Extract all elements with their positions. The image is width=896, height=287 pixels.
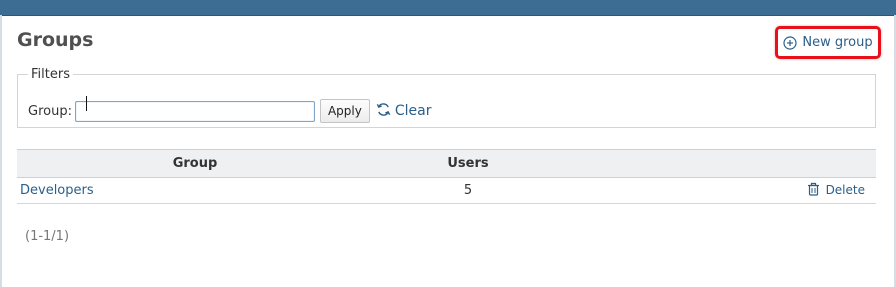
group-name-link[interactable]: Developers [17, 183, 94, 198]
group-filter-label: Group: [28, 103, 72, 119]
pagination-info: (1-1/1) [25, 229, 70, 244]
filter-row: Group: Apply Clear [28, 99, 431, 123]
column-header-users[interactable]: Users [373, 149, 563, 178]
delete-label: Delete [825, 183, 865, 197]
group-filter-input[interactable] [74, 100, 315, 122]
new-group-label: New group [802, 35, 873, 50]
users-count-cell: 5 [373, 177, 563, 204]
new-group-button[interactable]: New group [775, 26, 881, 59]
actions-cell: Delete [563, 177, 876, 204]
text-caret [86, 96, 87, 111]
groups-table: Group Users Developers 5 Delete [17, 149, 876, 204]
page-title: Groups [17, 29, 94, 51]
refresh-icon [376, 102, 391, 121]
clear-label: Clear [394, 103, 432, 119]
top-bar [0, 0, 896, 16]
filters-legend: Filters [31, 67, 70, 82]
column-header-group[interactable]: Group [17, 149, 373, 178]
column-header-actions [563, 149, 876, 178]
group-name-cell: Developers [17, 177, 373, 204]
delete-button[interactable]: Delete [807, 182, 865, 199]
filters-panel: Filters Group: Apply Clear [17, 67, 876, 128]
plus-circle-icon [783, 35, 797, 50]
clear-link[interactable]: Clear [376, 102, 432, 121]
table-row: Developers 5 Delete [17, 177, 876, 204]
trash-icon [807, 182, 820, 199]
apply-button[interactable]: Apply [319, 99, 370, 123]
frame-border-left [0, 15, 2, 287]
table-header-row: Group Users [17, 149, 876, 178]
